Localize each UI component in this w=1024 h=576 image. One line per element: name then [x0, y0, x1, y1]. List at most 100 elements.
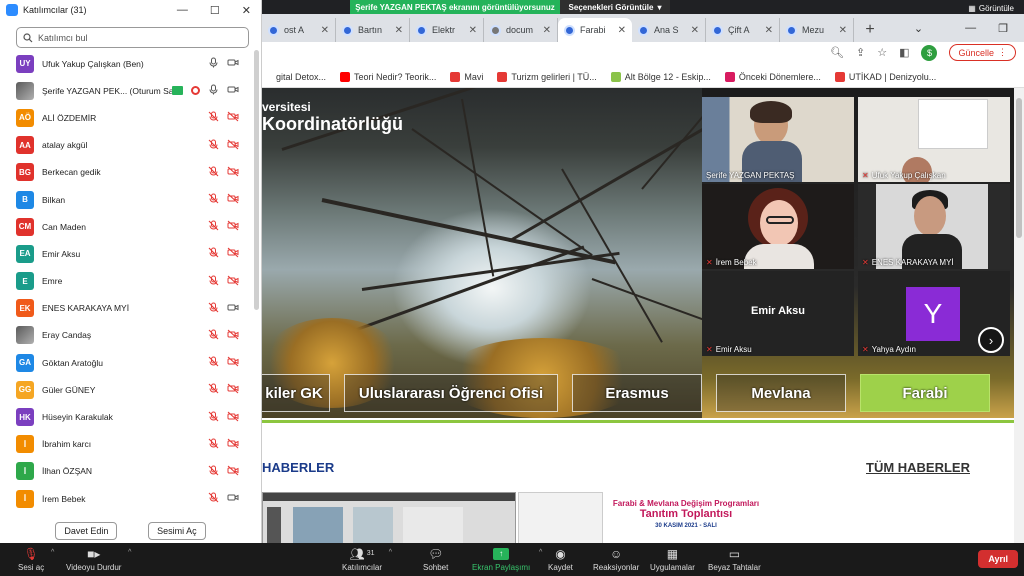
nav-button-erasmus[interactable]: Erasmus: [572, 374, 702, 412]
close-icon[interactable]: ✕: [242, 4, 251, 17]
video-tile[interactable]: ✕ İrem Bebek: [702, 184, 854, 269]
video-tile[interactable]: ✕ Ufuk Yakup Çalışkan: [858, 97, 1010, 182]
bookmark-item[interactable]: UTİKAD | Denizyolu...: [834, 71, 936, 82]
record-button[interactable]: ◉ Kaydet: [548, 545, 573, 573]
mic-off-icon[interactable]: [208, 411, 219, 424]
camera-icon[interactable]: [227, 57, 239, 70]
minimize-icon[interactable]: —: [965, 22, 976, 34]
video-tile-host[interactable]: Şerife YAZGAN PEKTAŞ: [702, 97, 854, 182]
view-options-button[interactable]: Seçenekleri Görüntüle ▾: [560, 0, 670, 14]
mic-icon[interactable]: [208, 84, 219, 97]
participant-row[interactable]: İ İrem Bebek: [16, 485, 247, 512]
camera-icon[interactable]: [227, 302, 239, 315]
participant-row[interactable]: GG Güler GÜNEY: [16, 376, 247, 403]
participant-row[interactable]: İ İbrahim karcı: [16, 431, 247, 458]
close-tab-icon[interactable]: ✕: [469, 25, 477, 36]
side-panel-icon[interactable]: ◧: [899, 46, 909, 59]
participant-row[interactable]: B Bilkan: [16, 186, 247, 213]
page-scrollbar[interactable]: [1014, 88, 1024, 543]
camera-icon[interactable]: [227, 492, 239, 505]
unmute-me-button[interactable]: Sesimi Aç: [148, 522, 206, 540]
browser-tab[interactable]: Çift A ✕: [706, 18, 780, 42]
bookmark-item[interactable]: Turizm gelirleri | TÜ...: [497, 71, 597, 82]
mic-off-icon[interactable]: [208, 329, 219, 342]
participant-search-input[interactable]: Katılımcı bul: [16, 27, 249, 48]
next-page-button[interactable]: ›: [978, 327, 1004, 353]
profile-avatar[interactable]: $: [921, 44, 938, 61]
browser-tab[interactable]: Ana S ✕: [632, 18, 706, 42]
camera-off-icon[interactable]: [227, 166, 239, 179]
close-tab-icon[interactable]: ✕: [618, 25, 626, 36]
close-tab-icon[interactable]: ✕: [691, 25, 699, 36]
mic-off-icon[interactable]: [208, 302, 219, 315]
browser-tab[interactable]: Elektr ✕: [410, 18, 484, 42]
close-tab-icon[interactable]: ✕: [543, 25, 551, 36]
minimize-icon[interactable]: —: [177, 4, 188, 17]
bookmark-star-icon[interactable]: ☆: [877, 46, 887, 59]
close-tab-icon[interactable]: ✕: [765, 25, 773, 36]
share-page-icon[interactable]: ⇪: [856, 46, 865, 59]
participant-row[interactable]: CM Can Maden: [16, 213, 247, 240]
camera-off-icon[interactable]: [227, 356, 239, 369]
mic-off-icon[interactable]: [208, 492, 219, 505]
camera-off-icon[interactable]: [227, 111, 239, 124]
bookmark-item[interactable]: gital Detox...: [262, 71, 326, 82]
participant-row[interactable]: BG Berkecan gedik: [16, 159, 247, 186]
nav-button-gk[interactable]: kiler GK: [262, 374, 330, 412]
tab-search-icon[interactable]: ⌄: [914, 22, 923, 35]
mic-off-icon[interactable]: [208, 166, 219, 179]
mic-off-icon[interactable]: [208, 193, 219, 206]
participants-button[interactable]: 👥︎ 31 Katılımcılar ^: [342, 545, 392, 573]
camera-off-icon[interactable]: [227, 193, 239, 206]
mic-off-icon[interactable]: [208, 383, 219, 396]
close-tab-icon[interactable]: ✕: [395, 25, 403, 36]
news-card-farabi-meeting[interactable]: Farabi & Mevlana Değişim Programları Tan…: [606, 496, 766, 543]
camera-off-icon[interactable]: [227, 139, 239, 152]
zoom-magnifier-icon[interactable]: 🔍︎: [830, 46, 844, 59]
bookmark-item[interactable]: Teori Nedir? Teorik...: [340, 71, 436, 82]
camera-off-icon[interactable]: [227, 411, 239, 424]
view-button[interactable]: ▦ Görüntüle: [968, 4, 1014, 13]
browser-tab[interactable]: ost A ✕: [262, 18, 336, 42]
apps-button[interactable]: ▦ Uygulamalar: [650, 545, 695, 573]
nav-button-international-office[interactable]: Uluslararası Öğrenci Ofisi: [344, 374, 558, 412]
participant-row[interactable]: AÖ ALİ ÖZDEMİR: [16, 104, 247, 131]
browser-tab[interactable]: Farabi ✕: [558, 18, 632, 42]
camera-off-icon[interactable]: [227, 220, 239, 233]
bookmark-item[interactable]: Alt Bölge 12 - Eskip...: [610, 71, 711, 82]
news-card-image[interactable]: [518, 492, 603, 543]
participant-row[interactable]: GA Göktan Aratoğlu: [16, 349, 247, 376]
restore-icon[interactable]: ❐: [998, 22, 1008, 35]
participant-row[interactable]: Şerife YAZGAN PEK... (Oturum Sahibi): [16, 77, 247, 104]
participant-list-scrollbar[interactable]: [254, 50, 259, 310]
video-tile[interactable]: Emir Aksu ✕ Emir Aksu: [702, 271, 854, 356]
close-tab-icon[interactable]: ✕: [839, 25, 847, 36]
participant-row[interactable]: E Emre: [16, 268, 247, 295]
camera-off-icon[interactable]: [227, 438, 239, 451]
chat-button[interactable]: 💬︎ Sohbet: [423, 545, 448, 573]
stop-video-button[interactable]: ■▸ Videoyu Durdur ^: [66, 545, 131, 573]
participant-row[interactable]: EK ENES KARAKAYA MYİ: [16, 295, 247, 322]
all-news-link[interactable]: TÜM HABERLER: [866, 460, 970, 475]
mic-off-icon[interactable]: [208, 356, 219, 369]
reactions-button[interactable]: ☺ Reaksiyonlar: [593, 545, 639, 573]
mic-off-icon[interactable]: [208, 220, 219, 233]
bookmark-item[interactable]: Önceki Dönemlere...: [724, 71, 821, 82]
update-button[interactable]: Güncelle ⋮: [949, 44, 1016, 61]
close-tab-icon[interactable]: ✕: [321, 25, 329, 36]
mic-off-icon[interactable]: [208, 111, 219, 124]
maximize-icon[interactable]: ☐: [210, 4, 220, 17]
browser-tab[interactable]: docum ✕: [484, 18, 558, 42]
video-tile[interactable]: ✕ ENES KARAKAYA MYİ: [858, 184, 1010, 269]
participant-row[interactable]: İ İlhan ÖZŞAN: [16, 458, 247, 485]
whiteboards-button[interactable]: ▭ Beyaz Tahtalar: [708, 545, 761, 573]
bookmark-item[interactable]: Mavi: [450, 71, 483, 82]
camera-off-icon[interactable]: [227, 247, 239, 260]
share-screen-button[interactable]: ↑ Ekran Paylaşımı ^: [472, 545, 542, 572]
participant-row[interactable]: EA Emir Aksu: [16, 240, 247, 267]
browser-tab[interactable]: Bartın ✕: [336, 18, 410, 42]
nav-button-farabi[interactable]: Farabi: [860, 374, 990, 412]
camera-off-icon[interactable]: [227, 383, 239, 396]
participant-row[interactable]: UY Ufuk Yakup Çalışkan (Ben): [16, 50, 247, 77]
mic-off-icon[interactable]: [208, 139, 219, 152]
